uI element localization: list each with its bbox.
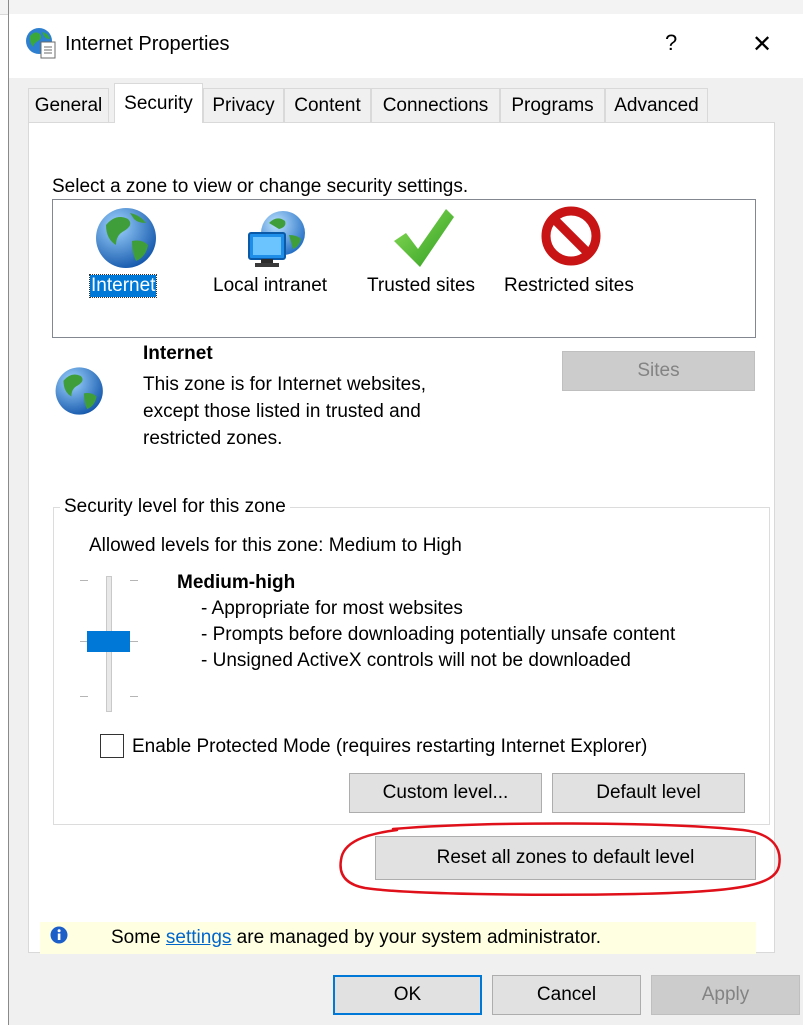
tab-advanced-label: Advanced <box>614 94 699 116</box>
custom-level-button[interactable]: Custom level... <box>349 773 542 813</box>
annotation-circle <box>339 822 781 896</box>
zone-info-title: Internet <box>143 343 213 364</box>
help-button[interactable]: ? <box>665 30 677 56</box>
slider-tick <box>130 641 138 642</box>
tab-advanced[interactable]: Advanced <box>605 88 708 122</box>
restricted-icon <box>541 206 601 266</box>
level-bullet-2: - Prompts before downloading potentially… <box>201 624 676 645</box>
zone-globe-icon <box>55 367 103 415</box>
zone-restricted-sites-label: Restricted sites <box>504 275 634 296</box>
admin-notice-after: are managed by your system administrator… <box>231 927 602 948</box>
zone-prompt: Select a zone to view or change security… <box>52 176 469 197</box>
security-level-legend: Security level for this zone <box>60 496 290 518</box>
zone-trusted-sites-label: Trusted sites <box>367 275 476 296</box>
admin-notice-text: Some settings are managed by your system… <box>111 927 601 949</box>
window-title: Internet Properties <box>65 33 230 55</box>
tab-general[interactable]: General <box>28 88 109 122</box>
tab-security-label: Security <box>124 92 193 114</box>
zone-restricted-sites[interactable]: Restricted sites <box>500 205 650 305</box>
background-strip <box>0 0 803 15</box>
globe-icon <box>96 208 156 268</box>
slider-tick <box>130 696 138 697</box>
tab-general-label: General <box>34 94 103 116</box>
level-bullet-3: - Unsigned ActiveX controls will not be … <box>201 650 631 671</box>
local-intranet-icon <box>248 211 305 267</box>
zone-info-line-1: This zone is for Internet websites, <box>143 374 427 395</box>
zone-trusted-sites[interactable]: Trusted sites <box>360 205 495 305</box>
settings-link[interactable]: settings <box>166 927 231 948</box>
tab-programs-label: Programs <box>511 94 594 116</box>
tab-security[interactable]: Security <box>114 83 203 123</box>
cancel-button[interactable]: Cancel <box>492 975 641 1015</box>
zone-internet[interactable]: Internet <box>82 205 174 305</box>
protected-mode-checkbox[interactable] <box>100 734 124 758</box>
tab-connections-label: Connections <box>382 94 489 116</box>
checkmark-icon <box>394 209 454 267</box>
level-bullet-1: - Appropriate for most websites <box>201 598 463 619</box>
allowed-levels-text: Allowed levels for this zone: Medium to … <box>89 535 462 556</box>
ok-button[interactable]: OK <box>333 975 482 1015</box>
slider-tick <box>130 580 138 581</box>
tab-programs[interactable]: Programs <box>500 88 605 122</box>
close-button[interactable]: ✕ <box>752 30 772 59</box>
tab-privacy-label: Privacy <box>212 94 275 116</box>
tab-content[interactable]: Content <box>284 88 371 122</box>
zone-info-line-2: except those listed in trusted and <box>143 401 421 422</box>
slider-tick <box>80 580 88 581</box>
default-level-button[interactable]: Default level <box>552 773 745 813</box>
apply-button[interactable]: Apply <box>651 975 800 1015</box>
admin-notice-before: Some <box>111 927 166 948</box>
slider-tick <box>80 696 88 697</box>
zone-local-intranet-label: Local intranet <box>213 275 328 296</box>
protected-mode-label[interactable]: Enable Protected Mode (requires restarti… <box>132 736 647 758</box>
info-icon <box>50 926 68 944</box>
tab-connections[interactable]: Connections <box>371 88 500 122</box>
tab-privacy[interactable]: Privacy <box>203 88 284 122</box>
internet-options-icon <box>26 28 56 59</box>
zone-internet-label: Internet <box>88 274 158 298</box>
zone-local-intranet[interactable]: Local intranet <box>205 205 350 305</box>
security-level-slider[interactable] <box>76 568 144 714</box>
security-level-name: Medium-high <box>177 572 296 593</box>
zone-info-line-3: restricted zones. <box>143 428 283 449</box>
slider-thumb[interactable] <box>87 631 130 652</box>
sites-button[interactable]: Sites <box>562 351 755 391</box>
tab-content-label: Content <box>294 94 361 116</box>
